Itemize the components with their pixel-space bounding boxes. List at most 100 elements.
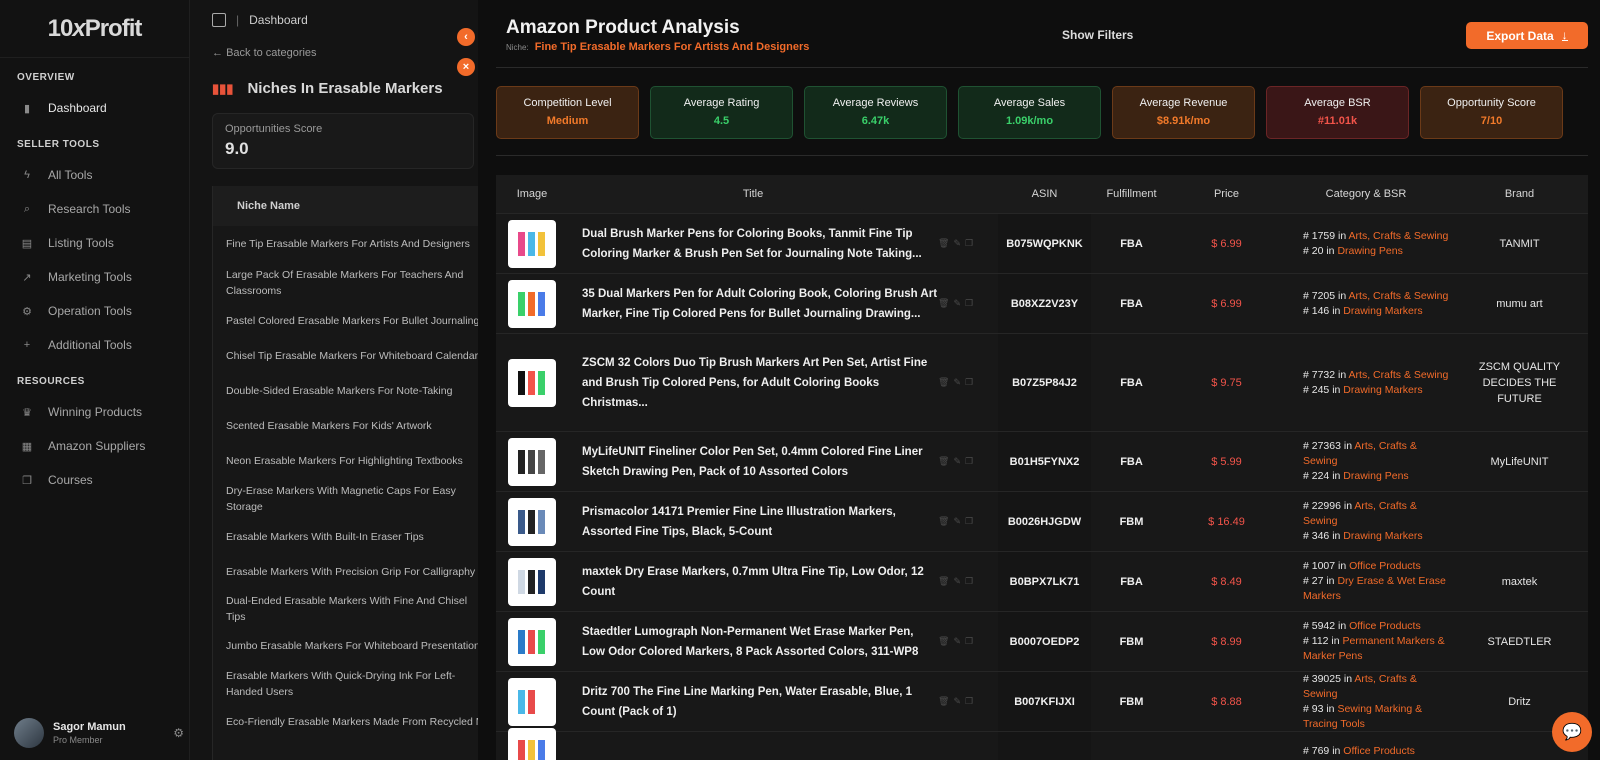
edit-icon[interactable]: ✎ [953,456,961,467]
trash-icon[interactable]: 🗑 [938,238,949,249]
table-row[interactable]: # 769 in Office Products [496,727,1588,760]
product-thumbnail[interactable] [508,617,556,666]
category-link[interactable]: Arts, Crafts & Sewing [1349,369,1449,381]
niche-list-item[interactable]: Neon Erasable Markers For Highlighting T… [213,444,478,478]
col-category-bsr[interactable]: Category & BSR [1281,188,1451,200]
table-row[interactable]: Staedtler Lumograph Non-Permanent Wet Er… [496,611,1588,671]
product-thumbnail[interactable] [508,219,556,268]
edit-icon[interactable]: ✎ [953,696,961,707]
col-asin[interactable]: ASIN [998,188,1091,200]
asin-cell[interactable]: B01H5FYNX2 [998,432,1091,491]
col-fulfillment[interactable]: Fulfillment [1091,188,1172,200]
niche-list-item[interactable]: Pastel Colored Erasable Markers For Bull… [213,304,478,338]
sidebar-toggle-icon[interactable] [212,13,226,27]
asin-cell[interactable]: B007KFIJXI [998,672,1091,731]
edit-icon[interactable]: ✎ [953,576,961,587]
sidebar-item-additional-tools[interactable]: + Additional Tools [0,328,189,362]
product-thumbnail[interactable] [508,497,556,546]
category-link[interactable]: Drawing Markers [1343,384,1422,396]
product-title[interactable]: Staedtler Lumograph Non-Permanent Wet Er… [568,612,938,671]
brand-logo[interactable]: 10 x Profit [0,0,189,58]
category-link[interactable]: Office Products [1349,620,1421,632]
table-row[interactable]: 35 Dual Markers Pen for Adult Coloring B… [496,273,1588,333]
product-thumbnail[interactable] [508,437,556,486]
niche-list-item[interactable]: Large Pack Of Erasable Markers For Teach… [213,262,478,304]
col-brand[interactable]: Brand [1451,188,1588,200]
sidebar-item-dashboard[interactable]: ▮ Dashboard [0,91,189,125]
show-filters-button[interactable]: Show Filters [1062,28,1133,42]
back-link[interactable]: ← Back to categories [212,47,317,59]
sidebar-item-winning-products[interactable]: ♛ Winning Products [0,395,189,429]
niche-list-item[interactable]: Dual-Ended Erasable Markers With Fine An… [213,590,478,628]
sidebar-item-operation-tools[interactable]: ⚙ Operation Tools [0,294,189,328]
product-title[interactable]: Dual Brush Marker Pens for Coloring Book… [568,214,938,273]
product-title[interactable]: ZSCM 32 Colors Duo Tip Brush Markers Art… [568,334,938,431]
col-price[interactable]: Price [1172,188,1281,200]
category-link[interactable]: Office Products [1349,560,1421,572]
table-row[interactable]: maxtek Dry Erase Markers, 0.7mm Ultra Fi… [496,551,1588,611]
table-row[interactable]: ZSCM 32 Colors Duo Tip Brush Markers Art… [496,333,1588,431]
product-thumbnail[interactable] [508,358,556,407]
sidebar-item-courses[interactable]: ❐ Courses [0,463,189,497]
product-title[interactable]: maxtek Dry Erase Markers, 0.7mm Ultra Fi… [568,552,938,611]
copy-icon[interactable]: ❐ [965,456,973,467]
category-link[interactable]: Drawing Markers [1343,530,1422,542]
category-link[interactable]: Arts, Crafts & Sewing [1349,230,1449,242]
niche-list-item[interactable]: Erasable Markers With Quick-Drying Ink F… [213,664,478,704]
copy-icon[interactable]: ❐ [965,576,973,587]
edit-icon[interactable]: ✎ [953,298,961,309]
export-data-button[interactable]: Export Data ↓ [1466,22,1588,49]
edit-icon[interactable]: ✎ [953,238,961,249]
product-title[interactable]: 35 Dual Markers Pen for Adult Coloring B… [568,274,938,333]
gear-icon[interactable]: ⚙ [173,726,184,740]
sidebar-item-listing-tools[interactable]: ▤ Listing Tools [0,226,189,260]
sidebar-item-amazon-suppliers[interactable]: ▦ Amazon Suppliers [0,429,189,463]
product-title[interactable]: Prismacolor 14171 Premier Fine Line Illu… [568,492,938,551]
sidebar-item-all-tools[interactable]: ϟ All Tools [0,158,189,192]
product-title[interactable]: Dritz 700 The Fine Line Marking Pen, Wat… [568,672,938,731]
niche-list-item[interactable]: Dry-Erase Markers With Magnetic Caps For… [213,478,478,520]
table-row[interactable]: Dritz 700 The Fine Line Marking Pen, Wat… [496,671,1588,731]
edit-icon[interactable]: ✎ [953,636,961,647]
trash-icon[interactable]: 🗑 [938,576,949,587]
niche-list-item[interactable]: Chisel Tip Erasable Markers For Whiteboa… [213,338,478,374]
edit-icon[interactable]: ✎ [953,516,961,527]
category-link[interactable]: Office Products [1343,745,1415,757]
niche-list-item[interactable]: Jumbo Erasable Markers For Whiteboard Pr… [213,628,478,664]
trash-icon[interactable]: 🗑 [938,636,949,647]
asin-cell[interactable]: B0026HJGDW [998,492,1091,551]
sidebar-item-marketing-tools[interactable]: ↗ Marketing Tools [0,260,189,294]
product-thumbnail[interactable] [508,677,556,726]
niche-list-item[interactable]: Erasable Markers With Precision Grip For… [213,554,478,590]
user-profile[interactable]: Sagor Mamun Pro Member ⚙ [14,716,184,750]
product-title[interactable] [568,732,938,760]
trash-icon[interactable]: 🗑 [938,298,949,309]
table-row[interactable]: MyLifeUNIT Fineliner Color Pen Set, 0.4m… [496,431,1588,491]
copy-icon[interactable]: ❐ [965,696,973,707]
trash-icon[interactable]: 🗑 [938,516,949,527]
asin-cell[interactable]: B08XZ2V23Y [998,274,1091,333]
asin-cell[interactable]: B0BPX7LK71 [998,552,1091,611]
edit-icon[interactable]: ✎ [953,377,961,388]
breadcrumb-dashboard[interactable]: Dashboard [249,13,308,27]
trash-icon[interactable]: 🗑 [938,456,949,467]
product-title[interactable]: MyLifeUNIT Fineliner Color Pen Set, 0.4m… [568,432,938,491]
asin-cell[interactable]: B0007OEDP2 [998,612,1091,671]
niche-list-item[interactable]: Scented Erasable Markers For Kids' Artwo… [213,408,478,444]
category-link[interactable]: Arts, Crafts & Sewing [1349,290,1449,302]
product-thumbnail[interactable] [508,279,556,328]
copy-icon[interactable]: ❐ [965,238,973,249]
product-thumbnail[interactable] [508,727,556,760]
sidebar-item-research-tools[interactable]: ⌕ Research Tools [0,192,189,226]
copy-icon[interactable]: ❐ [965,636,973,647]
chat-widget-button[interactable]: 💬 [1552,712,1592,752]
collapse-panel-button[interactable]: ‹ [457,28,475,46]
copy-icon[interactable]: ❐ [965,516,973,527]
category-link[interactable]: Drawing Pens [1337,245,1402,257]
niche-list-item[interactable]: Eco-Friendly Erasable Markers Made From … [213,704,478,740]
table-row[interactable]: Prismacolor 14171 Premier Fine Line Illu… [496,491,1588,551]
copy-icon[interactable]: ❐ [965,377,973,388]
trash-icon[interactable]: 🗑 [938,696,949,707]
niche-list-item[interactable]: Fine Tip Erasable Markers For Artists An… [213,226,478,262]
asin-cell[interactable]: B07Z5P84J2 [998,334,1091,431]
